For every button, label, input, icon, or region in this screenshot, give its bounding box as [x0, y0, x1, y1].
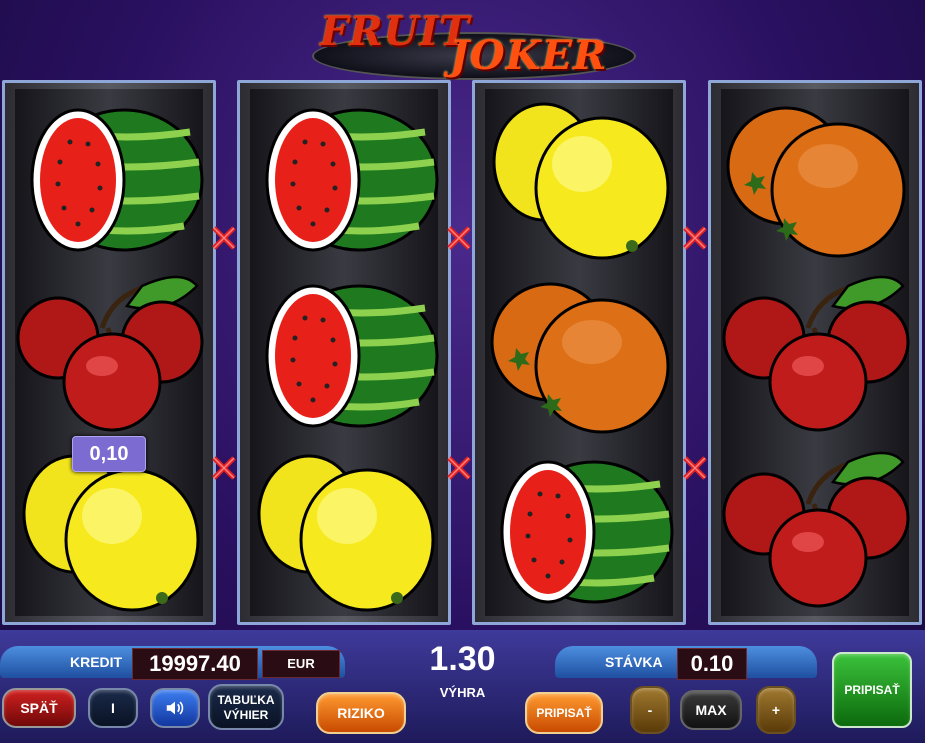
- line-marker-icon: [682, 225, 708, 251]
- paytable-label-1: TABUĽKA: [217, 693, 275, 707]
- orange-icon: [718, 92, 912, 268]
- paytable-label-2: VÝHIER: [223, 708, 269, 722]
- lemon-icon: [482, 92, 676, 268]
- win-label: VÝHRA: [439, 685, 486, 700]
- line-marker-icon: [682, 455, 708, 481]
- collect-main-button[interactable]: PRIPISAŤ: [832, 652, 912, 728]
- credit-label: KREDIT: [70, 654, 123, 670]
- watermelon-icon: [482, 444, 676, 620]
- line-marker-icon: [211, 455, 237, 481]
- watermelon-icon: [12, 92, 206, 268]
- watermelon-icon: [247, 92, 441, 268]
- bet-increase-button[interactable]: +: [756, 686, 796, 734]
- line-marker-icon: [211, 225, 237, 251]
- back-button[interactable]: SPÄŤ: [2, 688, 76, 728]
- bet-label: STÁVKA: [605, 654, 663, 670]
- line-marker-icon: [446, 455, 472, 481]
- cherries-icon: [12, 268, 206, 444]
- bet-decrease-button[interactable]: -: [630, 686, 670, 734]
- credit-value: 19997.40: [132, 648, 258, 680]
- risk-button[interactable]: RIZIKO: [316, 692, 406, 734]
- cherries-icon: [718, 268, 912, 444]
- orange-icon: [482, 268, 676, 444]
- game-logo: FRUIT JOKER: [300, 2, 640, 80]
- logo-fruit-text: FRUIT: [320, 8, 470, 55]
- collect-button[interactable]: PRIPISAŤ: [525, 692, 603, 734]
- line-marker-icon: [446, 225, 472, 251]
- info-button[interactable]: I: [88, 688, 138, 728]
- watermelon-icon: [247, 268, 441, 444]
- logo-joker-text: JOKER: [450, 32, 608, 79]
- line-win-badge: 0,10: [72, 436, 146, 472]
- sound-button[interactable]: [150, 688, 200, 728]
- lemon-icon: [247, 444, 441, 620]
- currency-label: EUR: [262, 650, 340, 678]
- max-bet-button[interactable]: MAX: [680, 690, 742, 730]
- paytable-button[interactable]: TABUĽKA VÝHIER: [208, 684, 284, 730]
- control-bar: KREDIT 19997.40 EUR 1.30 VÝHRA STÁVKA 0.…: [0, 630, 925, 743]
- speaker-icon: [166, 701, 184, 715]
- win-value: 1.30: [429, 640, 496, 678]
- cherries-icon: [718, 444, 912, 620]
- bet-value: 0.10: [677, 648, 747, 680]
